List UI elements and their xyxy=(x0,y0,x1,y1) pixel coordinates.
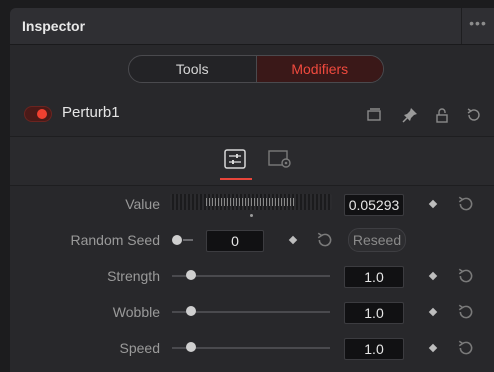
node-enable-toggle[interactable] xyxy=(24,106,52,122)
panel-title: Inspector xyxy=(22,18,86,34)
keyframe-icon[interactable] xyxy=(428,307,438,317)
value-thumbwheel[interactable] xyxy=(170,194,332,210)
tab-modifiers[interactable]: Modifiers xyxy=(255,56,383,82)
settings-panel-icon[interactable] xyxy=(268,149,291,169)
wobble-field[interactable]: 1.0 xyxy=(344,302,404,324)
keyframe-icon[interactable] xyxy=(428,271,438,281)
reset-icon[interactable] xyxy=(457,267,475,285)
node-header: Perturb1 xyxy=(10,96,494,136)
param-label: Value xyxy=(125,196,160,212)
pin-icon[interactable] xyxy=(402,107,418,123)
param-row-speed: Speed 1.0 xyxy=(10,330,494,366)
seed-slider-track xyxy=(183,239,193,241)
param-label: Random Seed xyxy=(70,232,160,248)
thumbwheel-center-dot xyxy=(250,214,253,217)
keyframe-icon[interactable] xyxy=(288,235,298,245)
reset-node-icon[interactable] xyxy=(466,107,482,123)
speed-field[interactable]: 1.0 xyxy=(344,338,404,360)
param-row-strength: Strength 1.0 xyxy=(10,258,494,294)
reseed-button[interactable]: Reseed xyxy=(348,228,406,252)
speed-slider-thumb[interactable] xyxy=(186,342,196,352)
keyframe-icon[interactable] xyxy=(428,343,438,353)
reset-icon[interactable] xyxy=(316,231,334,249)
thumbwheel-ticks xyxy=(206,198,294,206)
param-label: Speed xyxy=(119,340,160,356)
strength-field[interactable]: 1.0 xyxy=(344,266,404,288)
param-label: Strength xyxy=(107,268,160,284)
value-field[interactable]: 0.05293 xyxy=(344,194,404,216)
active-tab-indicator xyxy=(220,178,252,180)
param-label: Wobble xyxy=(112,304,160,320)
reset-icon[interactable] xyxy=(457,339,475,357)
param-row-random-seed: Random Seed 0 Reseed xyxy=(10,222,494,258)
lock-icon[interactable] xyxy=(434,107,450,123)
node-name: Perturb1 xyxy=(62,104,120,121)
keyframe-icon[interactable] xyxy=(428,199,438,209)
param-row-wobble: Wobble 1.0 xyxy=(10,294,494,330)
parameter-list: Value 0.05293 Random Seed 0 Reseed Stren… xyxy=(10,186,494,372)
inspector-titlebar: Inspector ••• xyxy=(10,8,494,45)
inspector-panel: Inspector ••• Tools Modifiers Perturb1 V… xyxy=(10,8,494,372)
inspector-mode-switch: Tools Modifiers xyxy=(128,55,384,83)
param-row-value: Value 0.05293 xyxy=(10,186,494,222)
collapse-panel-icon[interactable] xyxy=(366,107,382,123)
controls-sliders-icon[interactable] xyxy=(224,149,246,169)
toggle-knob xyxy=(37,109,47,119)
strength-slider-thumb[interactable] xyxy=(186,270,196,280)
seed-slider-thumb[interactable] xyxy=(172,235,182,245)
random-seed-field[interactable]: 0 xyxy=(206,230,264,252)
reset-icon[interactable] xyxy=(457,303,475,321)
reset-icon[interactable] xyxy=(457,195,475,213)
control-tabs xyxy=(10,136,494,186)
wobble-slider-thumb[interactable] xyxy=(186,306,196,316)
tab-tools[interactable]: Tools xyxy=(129,56,256,82)
more-options-icon[interactable]: ••• xyxy=(461,8,494,44)
